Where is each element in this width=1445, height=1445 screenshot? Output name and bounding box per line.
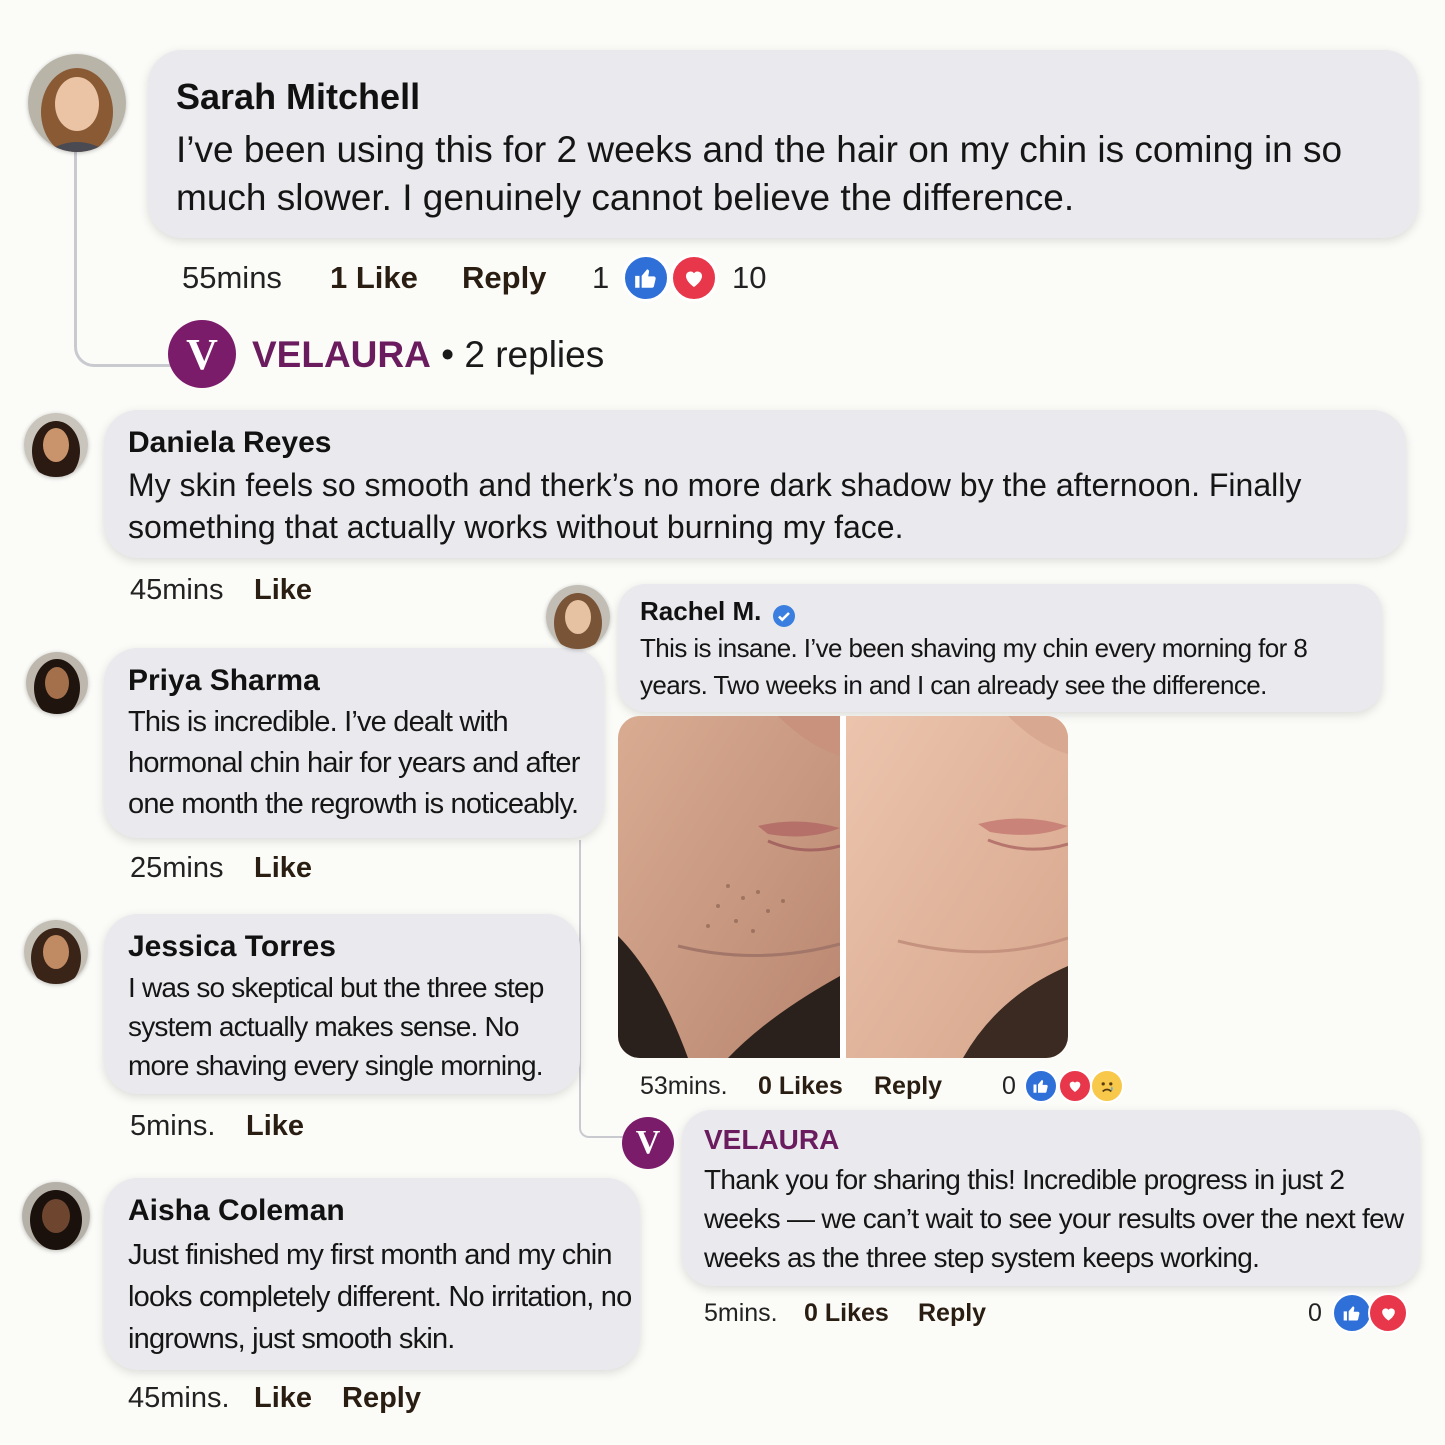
- comment-text: I was so skeptical but the three step sy…: [128, 972, 544, 1081]
- comment-bubble-rachel: Rachel M. This is insane. I’ve been shav…: [618, 584, 1382, 712]
- comment-author[interactable]: Rachel M.: [640, 596, 761, 626]
- avatar-sarah[interactable]: [28, 54, 126, 152]
- reply-button[interactable]: Reply: [342, 1382, 421, 1415]
- like-button[interactable]: 1 Like: [330, 260, 418, 296]
- verified-badge-icon: [772, 604, 796, 628]
- comment-text: Just finished my first month and my chin…: [128, 1239, 632, 1355]
- thumbs-up-reaction-icon[interactable]: [1332, 1293, 1372, 1333]
- comment-author[interactable]: Daniela Reyes: [128, 426, 331, 460]
- timestamp: 5mins.: [704, 1299, 778, 1327]
- author-row: Rachel M.: [640, 596, 940, 628]
- comment-text: This is incredible. I’ve dealt with horm…: [128, 706, 580, 820]
- like-count: 1: [592, 260, 610, 295]
- reaction-count: 0: [1308, 1299, 1322, 1327]
- like-button[interactable]: Like: [254, 1382, 312, 1415]
- reply-button[interactable]: Reply: [918, 1299, 986, 1328]
- like-button[interactable]: Like: [246, 1110, 304, 1143]
- replies-count: • 2 replies: [441, 334, 605, 375]
- likes-button[interactable]: 0 Likes: [804, 1299, 889, 1328]
- timestamp: 45mins.: [128, 1382, 230, 1414]
- love-count: 10: [732, 260, 767, 295]
- comment-meta-sarah: 55mins 1 Like Reply 1 10: [182, 254, 802, 302]
- comment-bubble-jessica: Jessica Torres I was so skeptical but th…: [104, 914, 580, 1094]
- replies-brand-name: VELAURA: [252, 334, 431, 375]
- comment-bubble-daniela: Daniela Reyes My skin feels so smooth an…: [104, 410, 1406, 558]
- thread-connector-rachel: [579, 840, 623, 1138]
- comment-meta-aisha: 45mins. Like Reply: [128, 1382, 448, 1418]
- timestamp: 53mins.: [640, 1072, 728, 1100]
- comment-author[interactable]: Jessica Torres: [128, 930, 336, 964]
- timestamp: 55mins: [182, 260, 282, 295]
- sad-reaction-icon[interactable]: [1090, 1069, 1124, 1103]
- reply-button[interactable]: Reply: [874, 1072, 942, 1101]
- timestamp: 45mins: [130, 574, 224, 606]
- comment-bubble-aisha: Aisha Coleman Just finished my first mon…: [104, 1178, 640, 1370]
- heart-reaction-icon[interactable]: [1058, 1069, 1092, 1103]
- comment-bubble-sarah: Sarah Mitchell I’ve been using this for …: [148, 50, 1418, 238]
- velaura-avatar-icon[interactable]: V: [622, 1117, 674, 1169]
- logo-letter: V: [635, 1124, 661, 1161]
- comment-author[interactable]: Aisha Coleman: [128, 1194, 345, 1228]
- reply-button[interactable]: Reply: [462, 260, 546, 296]
- comment-bubble-priya: Priya Sharma This is incredible. I’ve de…: [104, 648, 604, 838]
- avatar-daniela[interactable]: [24, 413, 88, 477]
- timestamp: 5mins.: [130, 1110, 216, 1142]
- timestamp: 25mins: [130, 852, 224, 884]
- thumbs-up-reaction-icon[interactable]: [1024, 1069, 1058, 1103]
- reaction-count: 0: [1002, 1072, 1016, 1100]
- comment-text: My skin feels so smooth and therk’s no m…: [128, 467, 1302, 545]
- heart-reaction-icon[interactable]: [670, 254, 718, 302]
- thumbs-up-reaction-icon[interactable]: [622, 254, 670, 302]
- like-button[interactable]: Like: [254, 852, 312, 885]
- comment-meta-jessica: 5mins. Like: [130, 1110, 350, 1146]
- before-after-photo[interactable]: [618, 716, 1068, 1058]
- avatar-aisha[interactable]: [22, 1182, 90, 1250]
- comment-meta-velaura: 5mins. 0 Likes Reply 0: [704, 1293, 1408, 1333]
- comment-text: I’ve been using this for 2 weeks and the…: [176, 129, 1343, 218]
- avatar-priya[interactable]: [26, 652, 88, 714]
- view-replies-link[interactable]: VELAURA • 2 replies: [252, 334, 604, 376]
- avatar-rachel[interactable]: [546, 585, 610, 649]
- avatar-jessica[interactable]: [24, 920, 88, 984]
- comment-bubble-velaura: VELAURA Thank you for sharing this! Incr…: [682, 1110, 1420, 1286]
- likes-button[interactable]: 0 Likes: [758, 1072, 843, 1101]
- comment-meta-priya: 25mins Like: [130, 852, 350, 888]
- comment-text: This is insane. I’ve been shaving my chi…: [640, 633, 1308, 700]
- velaura-logo-icon[interactable]: V: [168, 320, 236, 388]
- comment-author[interactable]: VELAURA: [704, 1124, 839, 1156]
- comment-text: Thank you for sharing this! Incredible p…: [704, 1164, 1404, 1273]
- comment-meta-rachel: 53mins. 0 Likes Reply 0: [640, 1069, 1140, 1106]
- comment-meta-daniela: 45mins Like: [130, 574, 350, 610]
- logo-letter: V: [186, 329, 218, 379]
- like-button[interactable]: Like: [254, 574, 312, 607]
- comment-author[interactable]: Sarah Mitchell: [176, 76, 420, 118]
- comment-author[interactable]: Priya Sharma: [128, 664, 320, 698]
- heart-reaction-icon[interactable]: [1368, 1293, 1408, 1333]
